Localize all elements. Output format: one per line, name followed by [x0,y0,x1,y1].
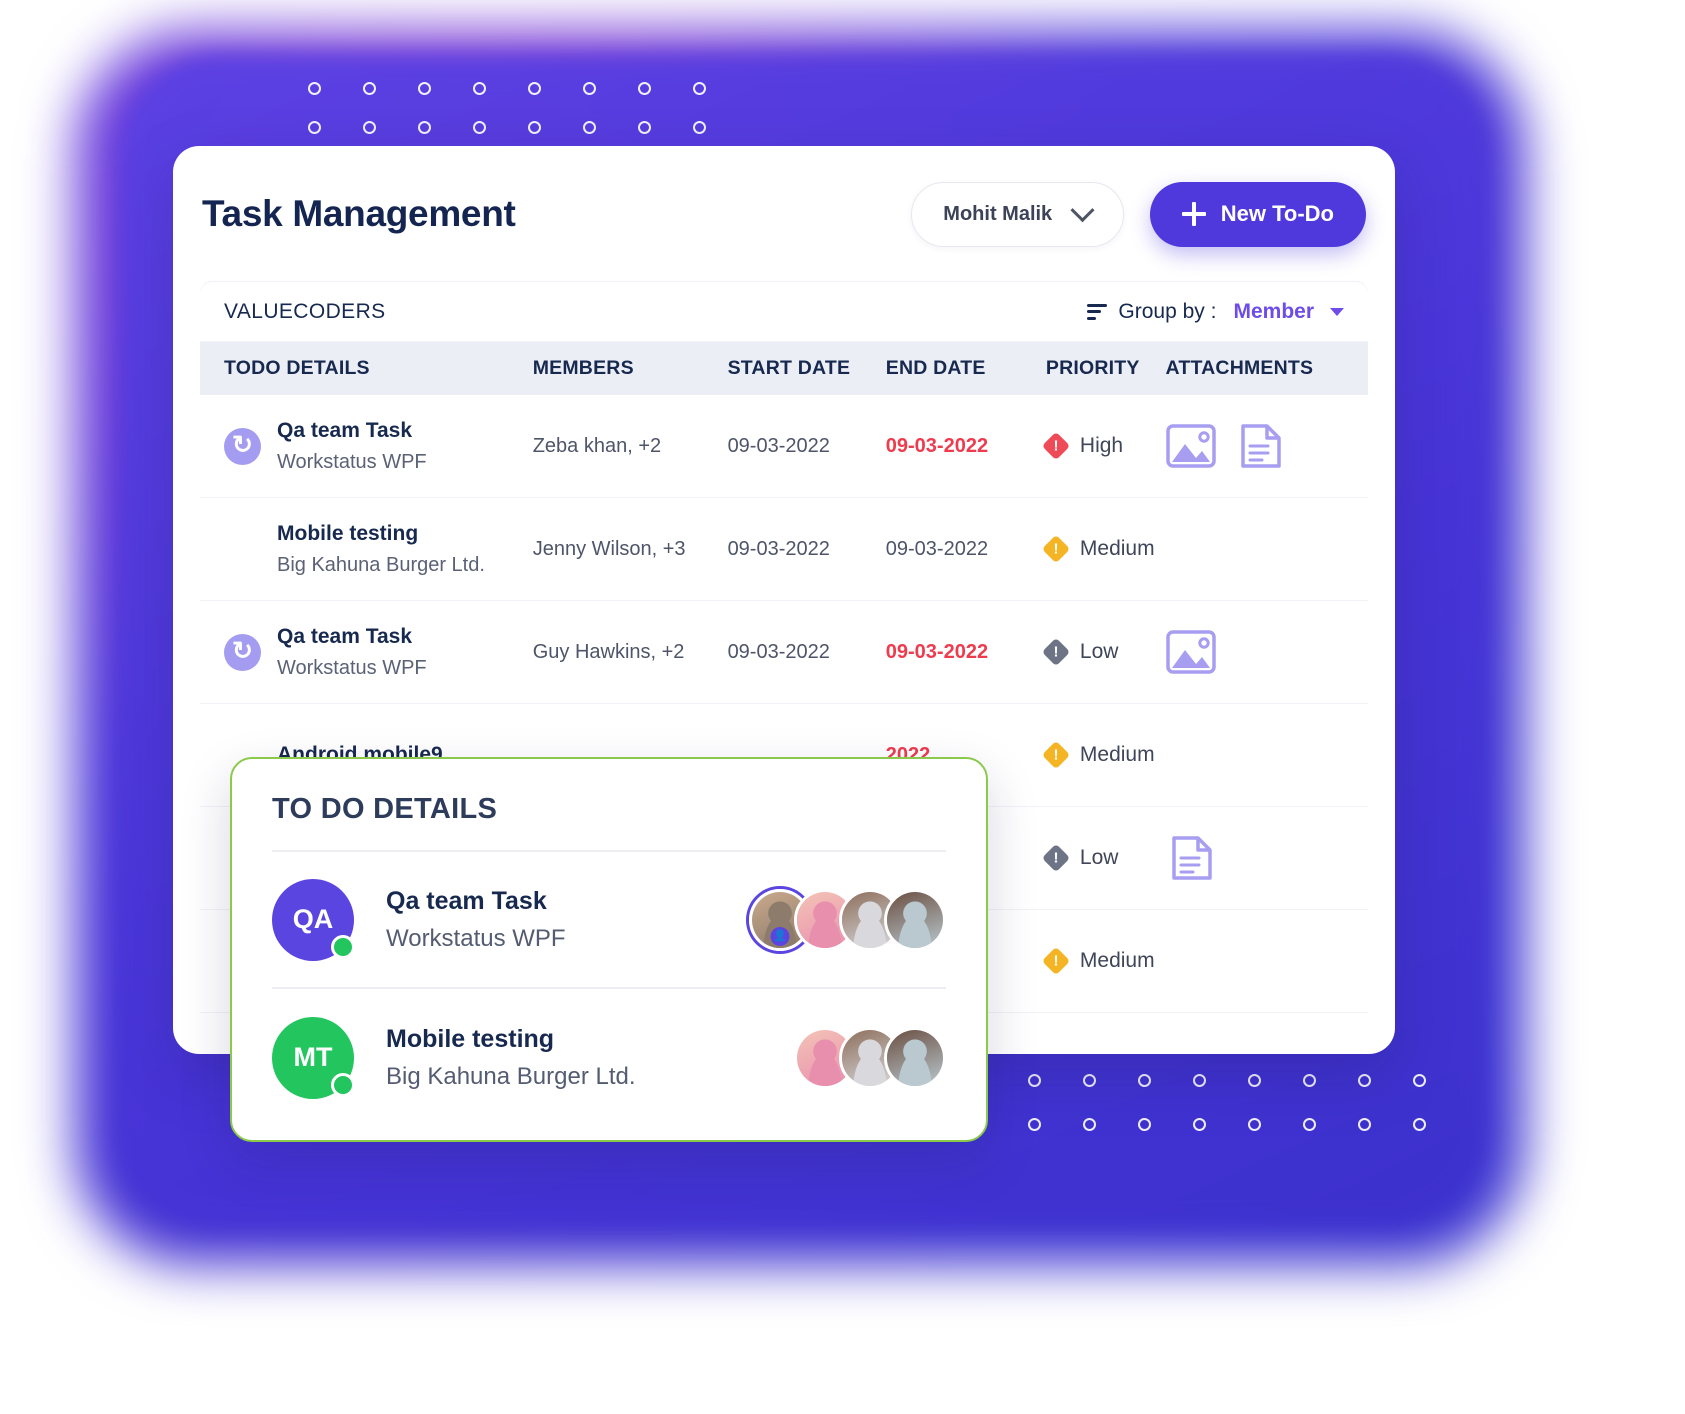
todo-subtitle: Workstatus WPF [277,656,427,679]
user-selector-dropdown[interactable]: Mohit Malik [910,181,1124,247]
recurring-task-icon [224,633,261,671]
popover-item-subtitle: Big Kahuna Burger Ltd. [386,1063,636,1091]
cell-start-date: 09-03-2022 [727,537,830,560]
group-by-value: Member [1233,299,1314,323]
column-header-priority[interactable]: PRIORITY [1046,357,1166,380]
plus-icon [1181,202,1206,226]
organization-name: VALUECODERS [224,299,386,323]
todo-title: Qa team Task [277,625,413,649]
popover-item-subtitle: Workstatus WPF [386,925,566,953]
cell-end-date: 09-03-2022 [885,537,989,560]
table-column-header: TODO DETAILS MEMBERS START DATE END DATE… [200,342,1368,395]
table-toolbar: VALUECODERS Group by : Member [200,282,1368,342]
decorative-dots-bottom-row-2 [1028,1118,1426,1131]
cell-priority: ! Medium [1041,946,1166,976]
todo-title: Qa team Task [277,419,413,443]
group-by-control[interactable]: Group by : Member [1087,300,1344,324]
popover-item-name: Qa team Task [386,886,547,915]
popover-list-item[interactable]: MT Mobile testing Big Kahuna Burger Ltd. [272,989,946,1126]
popover-item-name: Mobile testing [386,1024,555,1053]
cell-priority: ! Low [1041,843,1166,873]
priority-label: Low [1079,846,1119,869]
priority-label: High [1079,434,1124,457]
caret-down-icon [1330,307,1344,316]
task-initials: QA [292,904,334,934]
cell-members: Guy Hawkins, +2 [532,640,685,663]
task-initials-badge: QA [272,878,355,961]
table-row[interactable]: Mobile testing Big Kahuna Burger Ltd. Jenn… [200,498,1368,601]
priority-medium-icon: ! [1041,740,1071,770]
cell-attachments [1165,630,1344,674]
avatar-stack [794,1026,946,1089]
todo-title: Mobile testing [277,522,419,546]
column-header-members[interactable]: MEMBERS [533,357,728,380]
new-todo-label: New To-Do [1220,201,1334,226]
cell-priority: ! High [1041,431,1166,461]
column-header-end-date[interactable]: END DATE [886,357,1046,380]
cell-attachments [1166,836,1344,880]
cell-todo-details: Mobile testing Big Kahuna Burger Ltd. [224,518,533,580]
priority-high-icon: ! [1041,431,1071,461]
decorative-dots-top-row-2 [308,121,706,134]
cell-members: Jenny Wilson, +3 [532,537,686,560]
user-name-label: Mohit Malik [943,202,1053,225]
priority-label: Medium [1079,537,1155,560]
group-by-label: Group by : [1118,299,1217,323]
popover-list-item[interactable]: QA Qa team Task Workstatus WPF 👤 [272,852,946,989]
popover-item-texts: Qa team Task Workstatus WPF [386,882,566,958]
image-attachment-icon[interactable] [1165,630,1216,674]
priority-medium-icon: ! [1041,946,1071,976]
priority-medium-icon: ! [1041,534,1071,564]
header-actions: Mohit Malik New To-Do [910,181,1366,247]
app-header: Task Management Mohit Malik New To-Do [173,146,1395,282]
document-attachment-icon[interactable] [1166,836,1216,880]
column-header-start-date[interactable]: START DATE [728,357,886,380]
column-header-attachments[interactable]: ATTACHMENTS [1166,357,1344,380]
column-header-todo-details[interactable]: TODO DETAILS [224,357,533,380]
avatar-stack: 👤 [749,888,946,951]
task-initials-badge: MT [272,1016,355,1099]
cell-attachments [1165,424,1344,468]
chevron-down-icon [1070,197,1095,222]
priority-label: Low [1079,640,1119,663]
table-row[interactable]: Qa team Task Workstatus WPF Zeba khan, +2 0… [200,395,1368,498]
assigned-to-me-icon: 👤 [770,926,790,946]
todo-subtitle: Workstatus WPF [277,450,427,473]
cell-start-date: 09-03-2022 [727,640,830,663]
cell-priority: ! Low [1041,637,1166,667]
cell-todo-details: Qa team Task Workstatus WPF [224,415,533,477]
cell-start-date: 09-03-2022 [727,434,830,457]
status-dot [331,1072,355,1097]
document-attachment-icon[interactable] [1235,424,1285,468]
priority-low-icon: ! [1041,843,1071,873]
todo-details-popover: TO DO DETAILS QA Qa team Task Workstatus W… [230,757,988,1142]
recurring-task-icon [224,427,261,465]
avatar[interactable] [884,888,946,951]
popover-title: TO DO DETAILS [272,793,946,852]
task-initials: MT [293,1042,333,1072]
filter-lines-icon [1087,303,1108,320]
popover-items: QA Qa team Task Workstatus WPF 👤 MT Mobile te… [272,852,946,1126]
status-dot [331,934,355,959]
image-attachment-icon[interactable] [1165,424,1216,468]
todo-subtitle: Big Kahuna Burger Ltd. [277,553,485,576]
priority-label: Medium [1079,743,1155,766]
popover-item-texts: Mobile testing Big Kahuna Burger Ltd. [386,1020,636,1096]
avatar[interactable] [884,1026,946,1089]
cell-members: Zeba khan, +2 [532,434,662,457]
table-row[interactable]: Qa team Task Workstatus WPF Guy Hawkins, +… [200,601,1368,704]
cell-todo-details: Qa team Task Workstatus WPF [224,621,533,683]
priority-low-icon: ! [1041,637,1071,667]
cell-priority: ! Medium [1041,740,1166,770]
cell-end-date: 09-03-2022 [885,640,989,663]
priority-label: Medium [1079,949,1155,972]
new-todo-button[interactable]: New To-Do [1149,181,1366,247]
page-title: Task Management [202,193,516,234]
decorative-dots-top-row-1 [308,82,706,95]
decorative-dots-bottom-row-1 [1028,1074,1426,1087]
cell-end-date: 09-03-2022 [885,434,989,457]
cell-priority: ! Medium [1041,534,1166,564]
